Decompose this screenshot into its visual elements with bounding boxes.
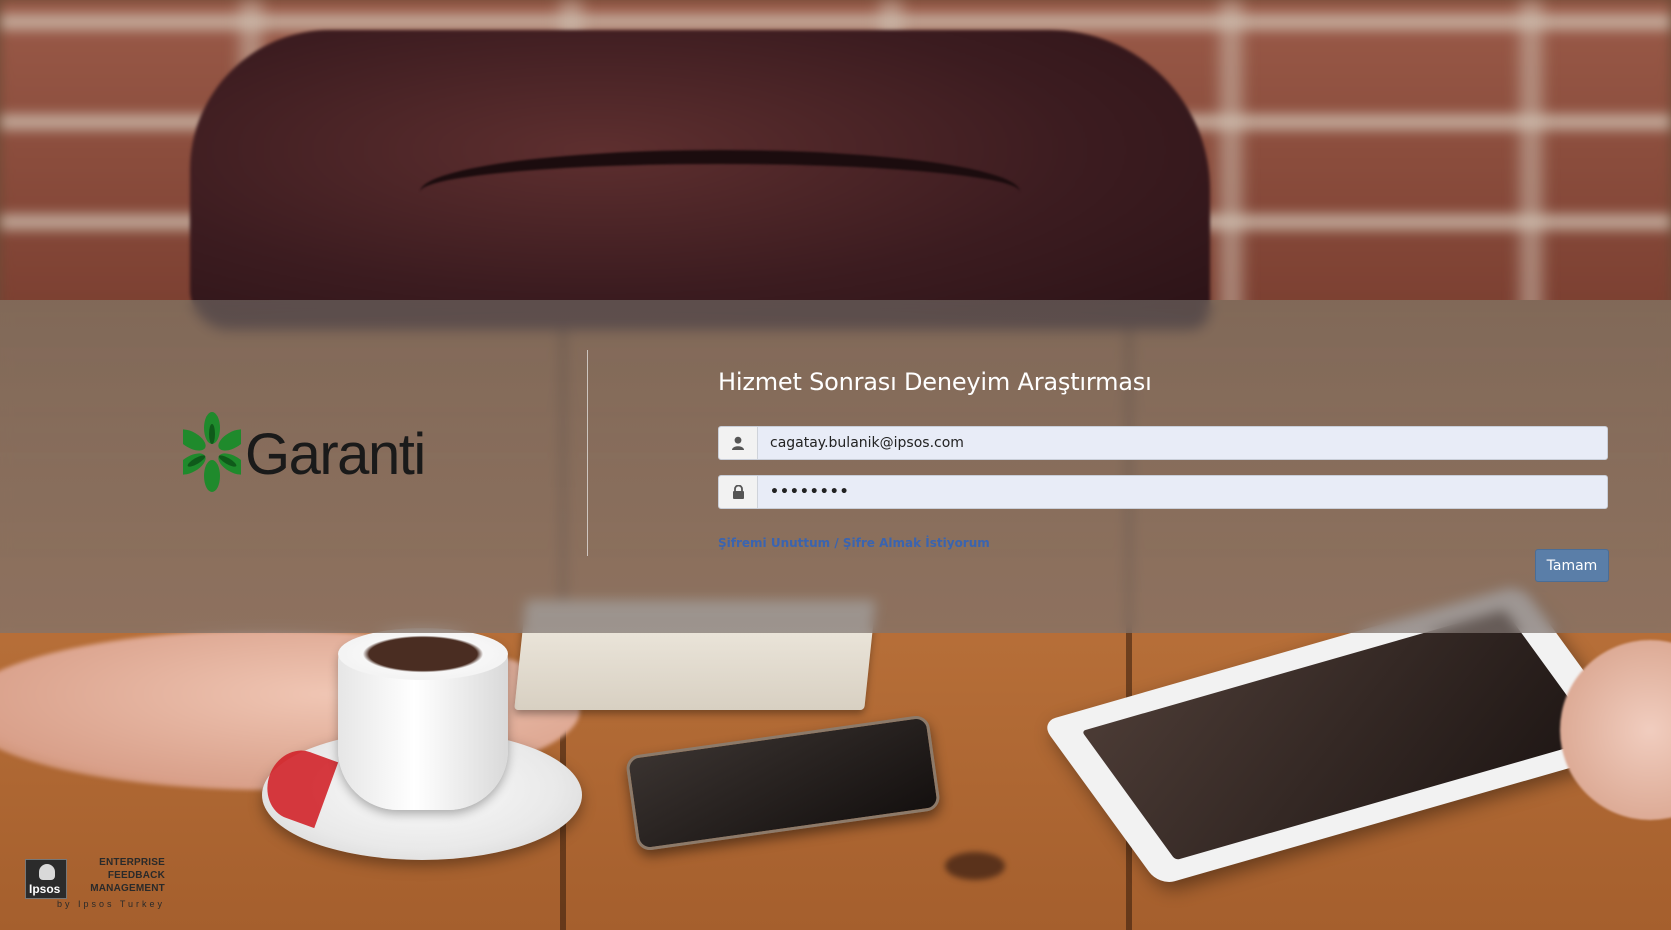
password-field (718, 475, 1608, 509)
garanti-logo: Garanti (183, 412, 443, 500)
ipsos-mark-icon (39, 864, 55, 880)
efm-line-2: FEEDBACK (107, 870, 165, 881)
survey-title: Hizmet Sonrası Deneyim Araştırması (718, 368, 1152, 396)
efm-line-3: MANAGEMENT (90, 883, 165, 894)
lock-icon (719, 476, 758, 508)
ipsos-efm-brand: Ipsos ENTERPRISE FEEDBACK MANAGEMENT by … (25, 857, 165, 917)
efm-line-1: ENTERPRISE (99, 857, 165, 868)
coffee-cup-rim (338, 628, 508, 680)
forgot-password-link[interactable]: Şifremi Unuttum / Şifre Almak İstiyorum (718, 536, 990, 550)
bag-strap (420, 150, 1020, 234)
ipsos-logo: Ipsos (25, 859, 67, 899)
clover-leaf-icon (183, 412, 241, 492)
password-input[interactable] (758, 477, 1607, 507)
brick-mortar (1520, 0, 1542, 330)
logo-wordmark: Garanti (245, 422, 426, 487)
brick-mortar (1220, 0, 1242, 330)
vertical-divider (587, 350, 588, 556)
login-band: Garanti Hizmet Sonrası Deneyim Araştırma… (0, 300, 1671, 633)
user-icon (719, 427, 758, 459)
efm-by-line: by Ipsos Turkey (56, 899, 165, 909)
username-field (718, 426, 1608, 460)
submit-button[interactable]: Tamam (1535, 549, 1609, 582)
username-input[interactable] (758, 428, 1607, 458)
ipsos-logo-text: Ipsos (29, 882, 61, 896)
table-stain (945, 852, 1005, 880)
